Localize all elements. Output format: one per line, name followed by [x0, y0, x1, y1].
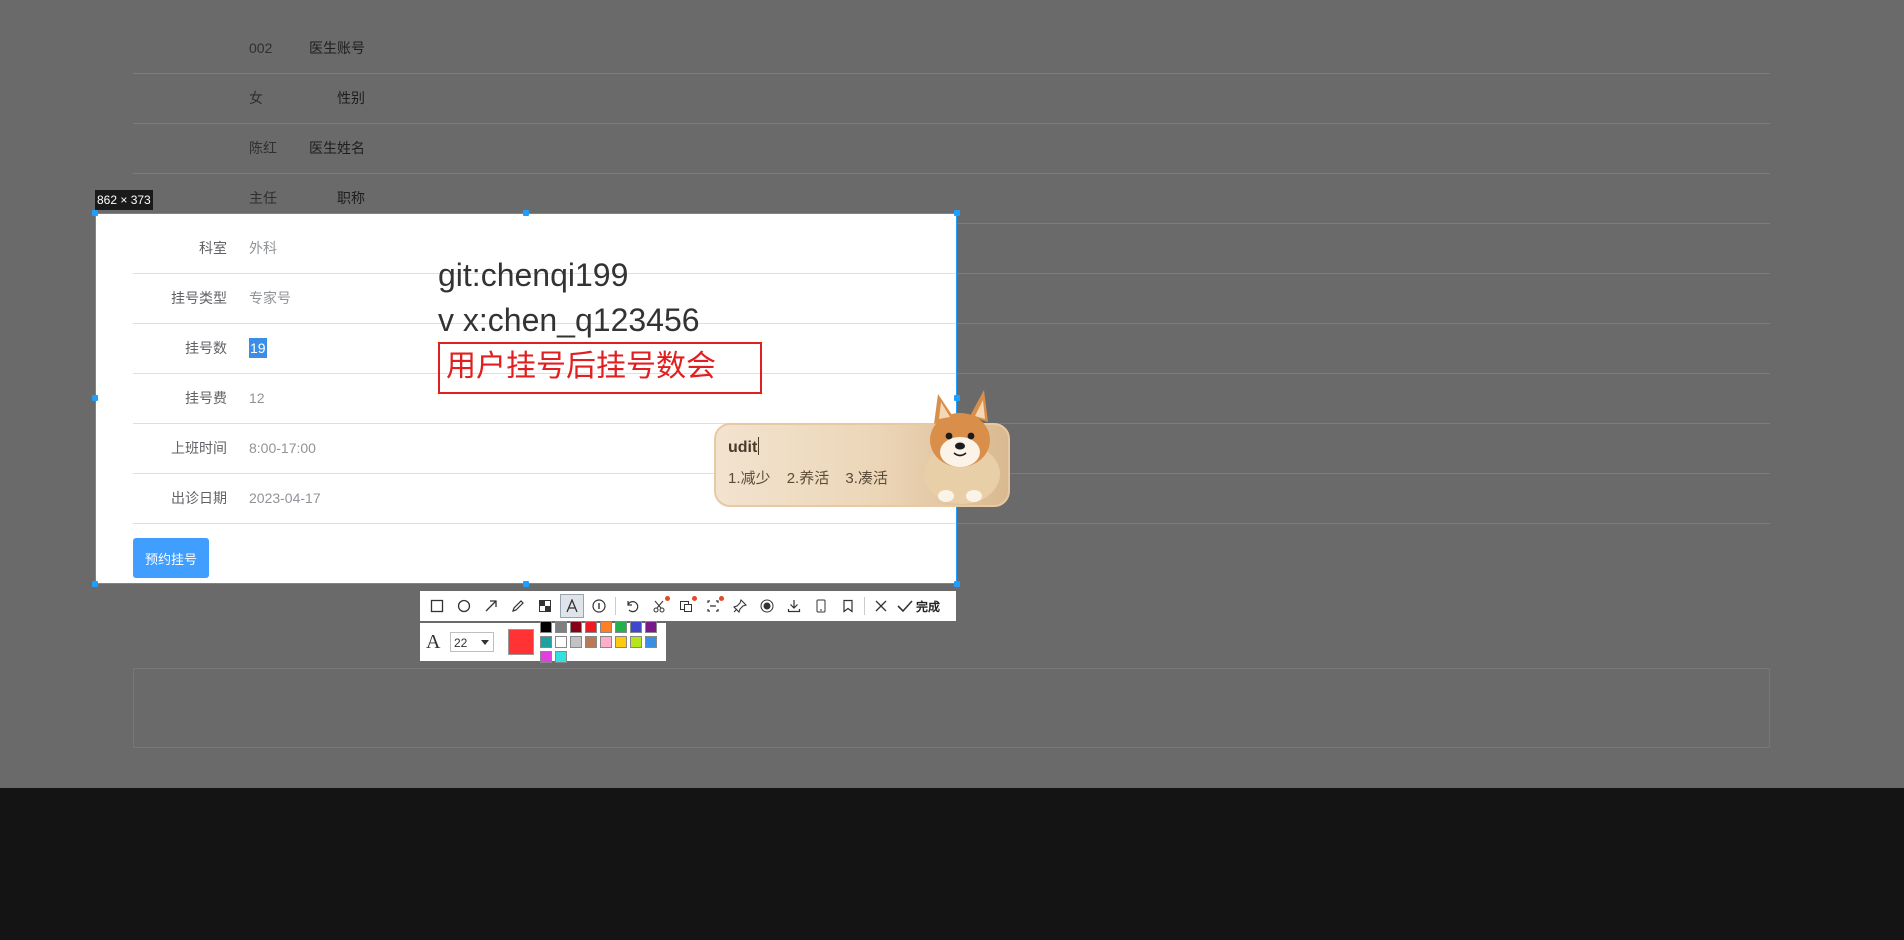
bookmark-icon[interactable] [837, 595, 859, 617]
color-swatch[interactable] [600, 636, 612, 648]
long-screenshot-icon[interactable] [702, 595, 724, 617]
book-registration-button[interactable]: 预约挂号 [133, 538, 209, 578]
resize-handle[interactable] [92, 210, 98, 216]
undo-icon[interactable] [621, 595, 643, 617]
lower-card [133, 668, 1770, 748]
color-swatch[interactable] [555, 636, 567, 648]
rectangle-icon[interactable] [426, 595, 448, 617]
form-row-doctor-account: 医生账号 002 [133, 23, 1770, 74]
color-swatch[interactable] [570, 621, 582, 633]
field-label: 科室 [199, 240, 227, 256]
toolbar-separator [864, 597, 865, 615]
color-swatch[interactable] [645, 636, 657, 648]
field-value: 专家号 [249, 290, 291, 306]
color-swatch[interactable] [645, 621, 657, 633]
ocr-icon[interactable] [675, 595, 697, 617]
field-label: 上班时间 [171, 440, 227, 456]
color-palette [540, 621, 657, 663]
ime-candidate[interactable]: 1.减少 [728, 470, 771, 487]
color-swatch[interactable] [630, 621, 642, 633]
scissors-icon[interactable] [648, 595, 670, 617]
done-button[interactable]: 完成 [897, 598, 940, 615]
color-swatch[interactable] [630, 636, 642, 648]
resize-handle[interactable] [92, 395, 98, 401]
resize-handle[interactable] [523, 581, 529, 587]
done-label: 完成 [916, 599, 941, 614]
resize-handle[interactable] [523, 210, 529, 216]
field-value-selected: 19 [249, 338, 267, 358]
pin-icon[interactable] [729, 595, 751, 617]
phone-icon[interactable] [810, 595, 832, 617]
download-icon[interactable] [783, 595, 805, 617]
resize-handle[interactable] [954, 210, 960, 216]
color-swatch[interactable] [615, 621, 627, 633]
resize-handle[interactable] [954, 581, 960, 587]
pencil-icon[interactable] [507, 595, 529, 617]
field-label: 出诊日期 [171, 490, 227, 506]
color-swatch[interactable] [555, 651, 567, 663]
color-swatch[interactable] [600, 621, 612, 633]
selection-size-label: 862 × 373 [95, 190, 153, 210]
color-swatch[interactable] [585, 636, 597, 648]
ime-candidate[interactable]: 3.凑活 [845, 470, 888, 487]
shiba-dog-icon [924, 390, 1000, 504]
field-label: 挂号费 [185, 390, 227, 406]
close-icon[interactable] [870, 595, 892, 617]
field-value: 12 [249, 390, 265, 406]
field-label: 挂号类型 [171, 290, 227, 306]
field-value: 002 [249, 40, 273, 56]
mosaic-icon[interactable] [534, 595, 556, 617]
color-swatch[interactable] [615, 636, 627, 648]
field-value: 女 [249, 90, 263, 106]
annotation-red-text[interactable]: 用户挂号后挂号数会 [446, 344, 716, 390]
color-swatch[interactable] [555, 621, 567, 633]
ime-candidate[interactable]: 2.养活 [787, 470, 830, 487]
arrow-icon[interactable] [480, 595, 502, 617]
field-value: 2023-04-17 [249, 490, 321, 506]
annotation-text-git[interactable]: git:chenqi199 [438, 257, 628, 294]
screenshot-toolbar: 完成 [420, 591, 956, 621]
font-icon: A [426, 630, 441, 653]
form-row-gender: 性别 女 [133, 73, 1770, 124]
form-row-doctor-name: 医生姓名 陈红 [133, 123, 1770, 174]
color-swatch[interactable] [540, 621, 552, 633]
text-icon[interactable] [560, 594, 584, 618]
color-swatch[interactable] [570, 636, 582, 648]
serial-number-icon[interactable] [588, 595, 610, 617]
field-label: 挂号数 [185, 340, 227, 356]
field-value: 陈红 [249, 140, 277, 156]
field-label: 性别 [337, 90, 365, 106]
text-settings-bar: A 22 [420, 621, 666, 663]
annotation-text-wechat[interactable]: v x:chen_q123456 [438, 302, 700, 339]
color-swatch[interactable] [540, 651, 552, 663]
ime-composition: udit [728, 439, 758, 456]
field-value: 8:00-17:00 [249, 440, 316, 456]
check-icon [897, 600, 913, 613]
color-swatch[interactable] [540, 636, 552, 648]
record-icon[interactable] [756, 595, 778, 617]
page: 医生账号 002 性别 女 医生姓名 陈红 职称 主任 科室 外科 挂号类型 专… [0, 0, 1904, 940]
color-swatch[interactable] [585, 621, 597, 633]
current-color-swatch[interactable] [508, 629, 534, 655]
toolbar-separator [615, 597, 616, 615]
ellipse-icon[interactable] [453, 595, 475, 617]
font-size-select[interactable]: 22 [450, 632, 494, 652]
resize-handle[interactable] [92, 581, 98, 587]
ime-candidates: 1.减少 2.养活 3.凑活 [728, 467, 900, 488]
field-value: 外科 [249, 240, 277, 256]
